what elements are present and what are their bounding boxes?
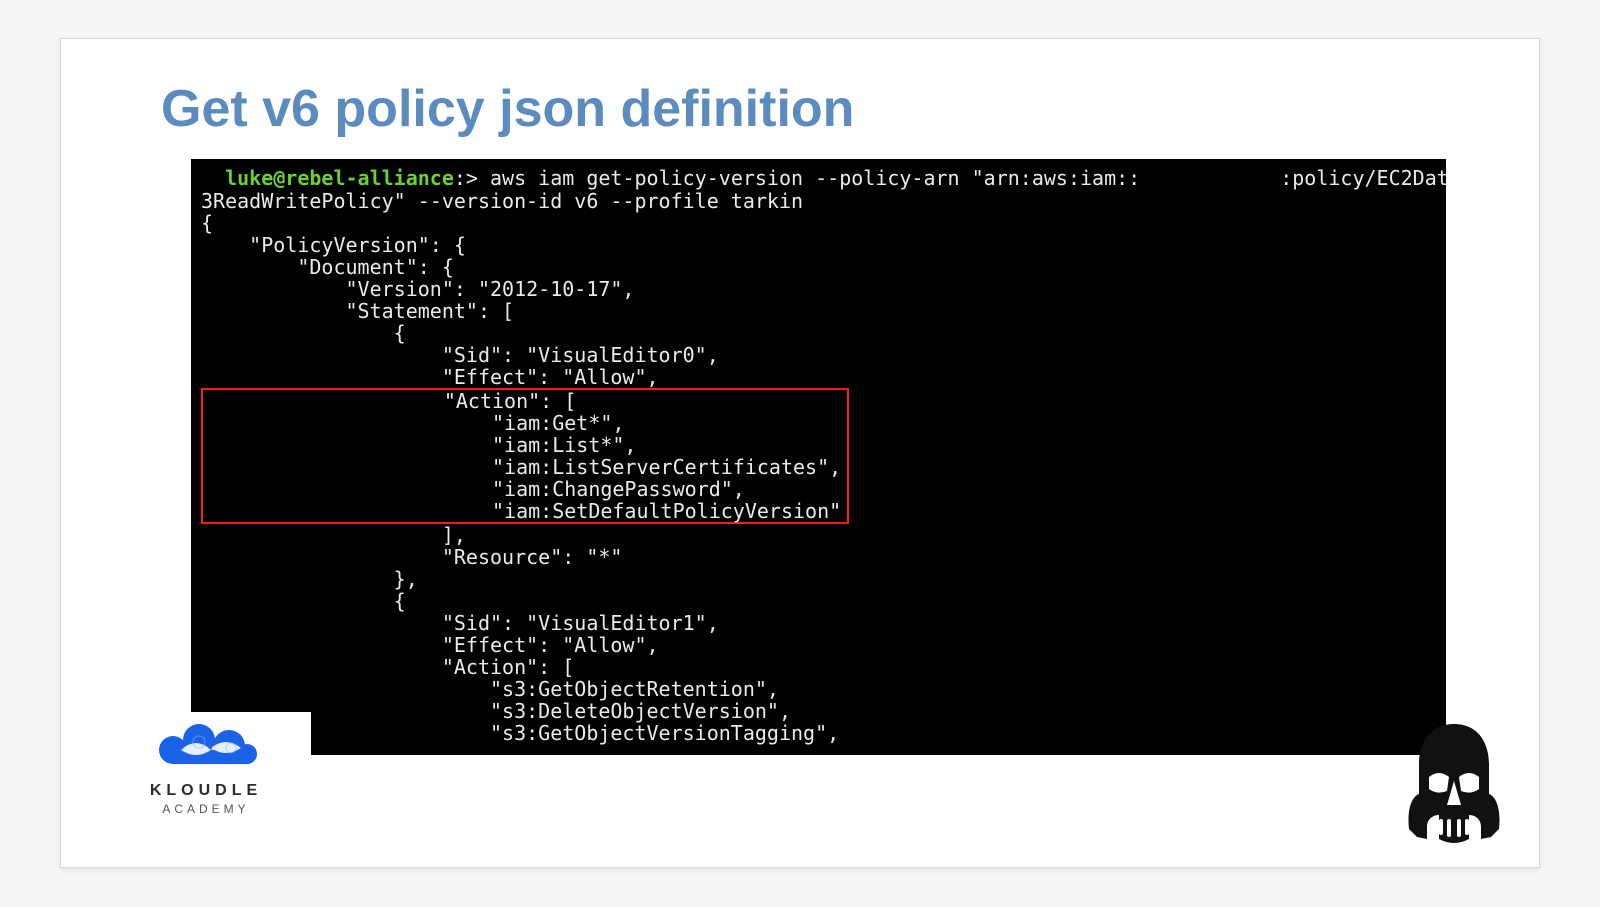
prompt-suffix: :>: [454, 166, 490, 190]
slide-title: Get v6 policy json definition: [161, 79, 1479, 139]
terminal-window: luke@rebel-alliance:> aws iam get-policy…: [191, 159, 1446, 755]
terminal-line-prompt: luke@rebel-alliance:> aws iam get-policy…: [201, 166, 1446, 190]
kloudle-logo-block: KLOUDLE ACADEMY: [101, 712, 311, 842]
json-highlight: "Action": [ "iam:Get*", "iam:List*", "ia…: [203, 389, 841, 523]
prompt-user: luke@rebel-alliance: [225, 166, 454, 190]
cmd-line2: 3ReadWritePolicy" --version-id v6 --prof…: [201, 189, 803, 213]
vader-icon: [1399, 719, 1509, 849]
kloudle-cloud-icon: [151, 720, 261, 770]
logo-sub: ACADEMY: [101, 802, 311, 816]
cmd-part1: aws iam get-policy-version --policy-arn …: [490, 166, 1140, 190]
json-before: { "PolicyVersion": { "Document": { "Vers…: [201, 211, 719, 389]
slide: Get v6 policy json definition luke@rebel…: [60, 38, 1540, 868]
redacted-account-id: [1140, 172, 1280, 190]
cmd-part2: :policy/EC2DataS: [1280, 166, 1446, 190]
logo-name: KLOUDLE: [101, 782, 311, 800]
highlighted-actions-box: "Action": [ "iam:Get*", "iam:List*", "ia…: [201, 388, 849, 524]
